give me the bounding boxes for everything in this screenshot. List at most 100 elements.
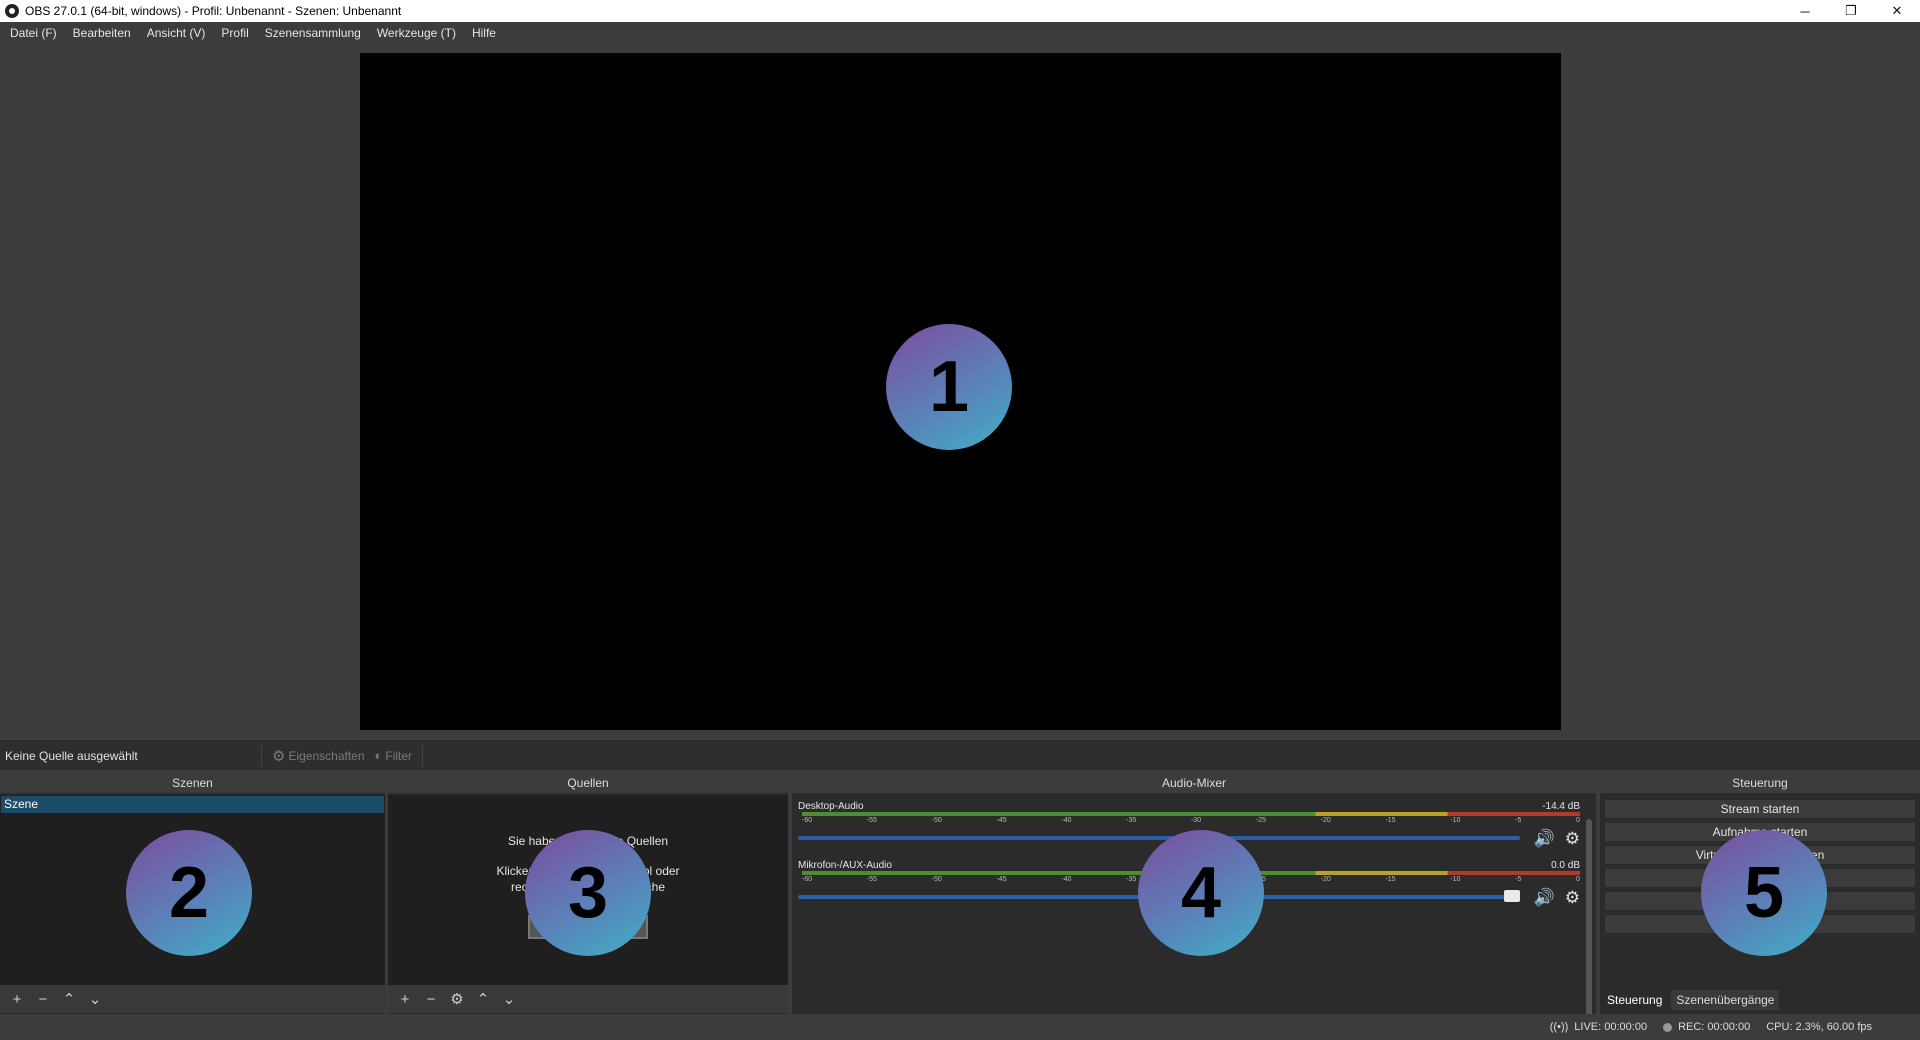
move-source-down-button[interactable]: ⌄: [498, 988, 520, 1010]
mixer-scrollbar[interactable]: [1586, 819, 1592, 1035]
move-scene-down-button[interactable]: ⌄: [84, 988, 106, 1010]
scale-tick: -35: [1126, 817, 1137, 824]
sources-dock: Quellen Sie haben noch keine Quellen Kli…: [388, 773, 788, 1014]
scale-tick: -55: [866, 876, 877, 883]
audio-mixer-dock: Audio-Mixer Desktop-Audio -14.4 dB -60 -5…: [792, 773, 1596, 1035]
status-bar: ((•)) LIVE: 00:00:00 REC: 00:00:00 CPU: …: [0, 1014, 1920, 1040]
filter-label: Filter: [385, 748, 413, 763]
channel-controls: 🔊 ⚙: [1534, 829, 1580, 849]
volume-fader[interactable]: [798, 836, 1520, 840]
channel-db: 0.0 dB: [1551, 860, 1580, 871]
channel-name: Mikrofon-/AUX-Audio: [798, 860, 892, 871]
scale-tick: -50: [931, 876, 942, 883]
scale-tick: -20: [1320, 876, 1331, 883]
menu-help[interactable]: Hilfe: [464, 26, 504, 40]
gear-icon[interactable]: ⚙: [1565, 888, 1580, 908]
toolbar-divider: [422, 745, 424, 766]
close-button[interactable]: ✕: [1874, 0, 1920, 22]
remove-source-button[interactable]: −: [420, 988, 442, 1010]
window-title: OBS 27.0.1 (64-bit, windows) - Profil: U…: [25, 4, 402, 18]
gear-icon: ⚙: [272, 747, 286, 765]
badge-1: 1: [886, 324, 1012, 450]
remove-scene-button[interactable]: −: [32, 988, 54, 1010]
properties-label: Eigenschaften: [288, 748, 365, 763]
record-dot-icon: [1663, 1022, 1673, 1032]
scale-tick: -5: [1515, 876, 1522, 883]
start-stream-button[interactable]: Stream starten: [1604, 799, 1916, 819]
controls-dock: Steuerung Stream starten Aufnahme starte…: [1600, 773, 1920, 1014]
channel-name: Desktop-Audio: [798, 801, 864, 812]
scale-tick: -30: [1190, 817, 1202, 824]
source-toolbar: Keine Quelle ausgewählt ⚙ Eigenschaften …: [0, 740, 1920, 770]
move-scene-up-button[interactable]: ⌃: [58, 988, 80, 1010]
speaker-icon[interactable]: 🔊: [1534, 829, 1555, 849]
scale-tick: -60: [802, 817, 813, 824]
source-properties-button[interactable]: ⚙: [446, 988, 468, 1010]
cpu-status: CPU: 2.3%, 60.00 fps: [1766, 1021, 1872, 1033]
scale-tick: -15: [1385, 876, 1396, 883]
sources-toolbar: + − ⚙ ⌃ ⌄: [388, 985, 788, 1013]
filter-button[interactable]: ◐ Filter: [375, 748, 413, 763]
scale-tick: -5: [1515, 817, 1522, 824]
gear-icon[interactable]: ⚙: [1565, 829, 1580, 849]
scenes-dock: Szenen Szene + − ⌃ ⌄ 2: [0, 773, 385, 1014]
scenes-toolbar: + − ⌃ ⌄: [0, 985, 385, 1013]
fader-knob[interactable]: [1504, 890, 1520, 902]
preview-area: 1: [0, 44, 1920, 740]
scale-tick: -45: [996, 876, 1007, 883]
obs-app-icon: [5, 4, 19, 18]
speaker-icon[interactable]: 🔊: [1534, 888, 1555, 908]
scale-tick: -60: [802, 876, 813, 883]
no-source-label: Keine Quelle ausgewählt: [0, 745, 262, 766]
title-bar: OBS 27.0.1 (64-bit, windows) - Profil: U…: [0, 0, 1920, 22]
badge-3: 3: [525, 830, 651, 956]
menu-file[interactable]: Datei (F): [2, 26, 65, 40]
badge-2: 2: [126, 830, 252, 956]
restore-button[interactable]: ❐: [1828, 0, 1874, 22]
badge-4: 4: [1138, 830, 1264, 956]
live-timer: LIVE: 00:00:00: [1574, 1021, 1648, 1033]
channel-controls: 🔊 ⚙: [1534, 888, 1580, 908]
tab-scene-transitions[interactable]: Szenenübergänge: [1671, 990, 1780, 1010]
scale-tick: -10: [1450, 817, 1461, 824]
scale-tick: -55: [866, 817, 877, 824]
scale-tick: 0: [1576, 876, 1580, 883]
controls-title: Steuerung: [1600, 773, 1920, 793]
properties-button[interactable]: ⚙ Eigenschaften: [272, 747, 365, 765]
badge-5: 5: [1701, 830, 1827, 956]
filter-icon: ◐: [374, 748, 383, 763]
add-source-button[interactable]: +: [394, 988, 416, 1010]
add-scene-button[interactable]: +: [6, 988, 28, 1010]
live-status: ((•)) LIVE: 00:00:00: [1550, 1021, 1647, 1033]
scene-item[interactable]: Szene: [1, 796, 384, 813]
scale-tick: -35: [1126, 876, 1137, 883]
channel-db: -14.4 dB: [1542, 801, 1580, 812]
scale-tick: -15: [1385, 817, 1396, 824]
sources-title: Quellen: [388, 773, 788, 793]
rec-status: REC: 00:00:00: [1663, 1021, 1750, 1033]
scale-tick: -40: [1061, 876, 1072, 883]
menu-bar: Datei (F) Bearbeiten Ansicht (V) Profil …: [0, 22, 1920, 44]
scale-tick: -20: [1320, 817, 1331, 824]
menu-scene-collection[interactable]: Szenensammlung: [257, 26, 369, 40]
scale-tick: -25: [1255, 817, 1266, 824]
volume-meter: [802, 812, 1580, 816]
scale-tick: -10: [1450, 876, 1461, 883]
menu-profile[interactable]: Profil: [213, 26, 256, 40]
broadcast-icon: ((•)): [1549, 1021, 1569, 1033]
scenes-title: Szenen: [0, 773, 385, 793]
menu-tools[interactable]: Werkzeuge (T): [369, 26, 464, 40]
move-source-up-button[interactable]: ⌃: [472, 988, 494, 1010]
scale-tick: -45: [996, 817, 1007, 824]
scale-tick: -50: [931, 817, 942, 824]
menu-edit[interactable]: Bearbeiten: [65, 26, 139, 40]
rec-timer: REC: 00:00:00: [1678, 1021, 1751, 1033]
menu-view[interactable]: Ansicht (V): [139, 26, 214, 40]
mixer-title: Audio-Mixer: [792, 773, 1596, 793]
tab-controls[interactable]: Steuerung: [1602, 990, 1668, 1010]
minimize-button[interactable]: ─: [1782, 0, 1828, 22]
scale-tick: -40: [1061, 817, 1072, 824]
meter-scale: -60-55-50-45-40-35-30-25-20-15-10-50: [802, 817, 1580, 827]
controls-tabs: Steuerung Szenenübergänge: [1600, 990, 1920, 1012]
scale-tick: 0: [1576, 817, 1580, 824]
